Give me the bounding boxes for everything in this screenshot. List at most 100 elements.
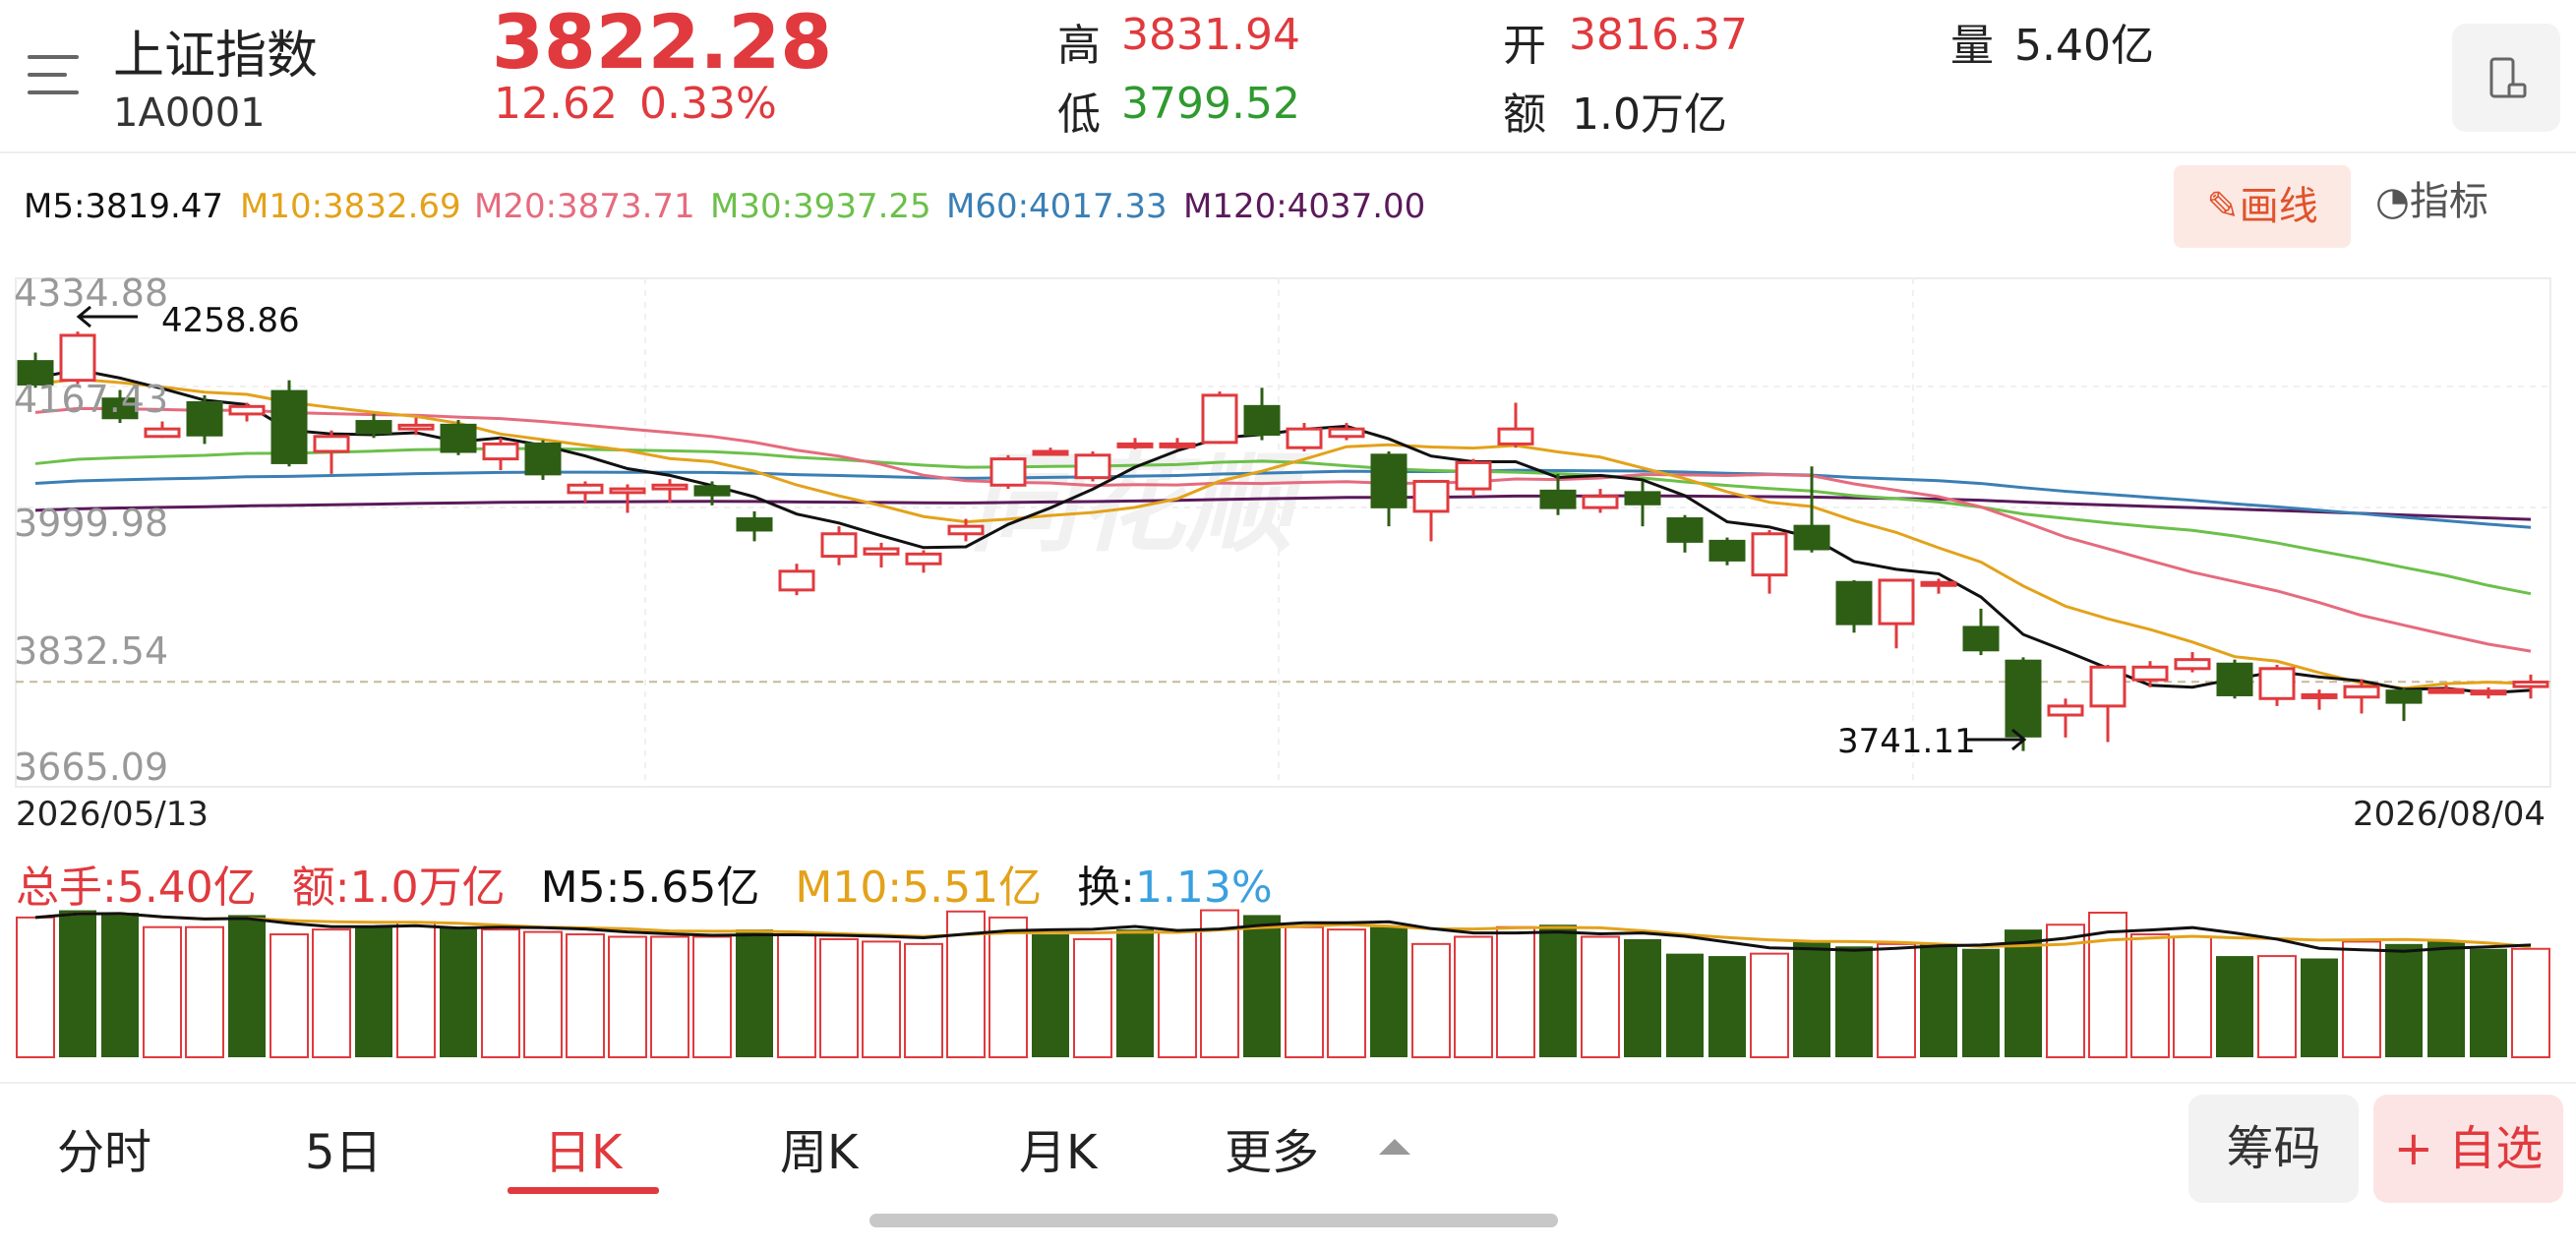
candle-body — [2385, 689, 2423, 704]
candle-body — [820, 532, 858, 559]
volume-bar — [481, 928, 520, 1059]
volume-bar — [2173, 935, 2212, 1058]
y-tick-label: 3999.98 — [14, 502, 169, 545]
volume-bar — [312, 928, 351, 1059]
volume-bar — [650, 935, 689, 1058]
candle-body — [1455, 460, 1492, 491]
header-divider — [0, 151, 2576, 153]
volume-bar — [988, 916, 1028, 1059]
volume-ma5: M5:5.65亿 — [540, 863, 760, 913]
indicator-button[interactable]: ◔指标 — [2375, 169, 2488, 226]
y-tick-label: 3832.54 — [14, 629, 169, 673]
volume-bar — [1750, 952, 1789, 1059]
volume-bar — [1073, 937, 1112, 1059]
ma10-value: M10:3832.69 — [240, 187, 461, 226]
draw-line-button[interactable]: ✎画线 — [2174, 165, 2351, 248]
candle-body — [947, 524, 985, 536]
candle-body — [2301, 692, 2338, 699]
candle-body — [482, 442, 519, 461]
high-value: 3831.94 — [1121, 10, 1300, 60]
candle-body — [1878, 578, 1915, 626]
tab-monthly-k[interactable]: 月K — [1019, 1113, 1097, 1182]
start-date: 2026/05/13 — [16, 795, 209, 834]
candle-body — [270, 389, 308, 464]
volume-bar — [1370, 926, 1408, 1057]
candle-body — [2174, 658, 2211, 671]
tab-intraday[interactable]: 分时 — [57, 1113, 151, 1182]
tab-daily-k[interactable]: 日K — [544, 1113, 622, 1182]
ma20-value: M20:3873.71 — [474, 187, 695, 226]
candle-body — [1412, 479, 1450, 513]
candle-body — [2512, 681, 2549, 688]
volume-info: 总手:5.40亿 额:1.0万亿 M5:5.65亿 M10:5.51亿 换:1.… — [16, 852, 1273, 915]
candle-body — [2427, 687, 2465, 694]
volume-bar — [1411, 942, 1451, 1058]
candle-body — [1370, 453, 1408, 508]
candle-body — [693, 485, 731, 497]
y-tick-label: 4167.43 — [14, 378, 169, 421]
volume-bar — [1877, 942, 1916, 1058]
candle-body — [1539, 489, 1577, 509]
active-tab-indicator — [508, 1187, 659, 1194]
volume-bar — [143, 925, 182, 1059]
volume-bar — [2470, 948, 2507, 1057]
candle-body — [1116, 442, 1154, 448]
volume-bar — [1920, 943, 1957, 1057]
y-tick-label: 4334.88 — [14, 271, 169, 315]
ma60-value: M60:4017.33 — [946, 187, 1168, 226]
volume-bar — [1200, 909, 1239, 1058]
indicator-label: 指标 — [2409, 179, 2488, 224]
open-value: 3816.37 — [1569, 10, 1748, 60]
volume-bar — [862, 940, 901, 1059]
tab-weekly-k[interactable]: 周K — [780, 1113, 858, 1182]
volume-bar — [396, 921, 436, 1058]
volume-label: 量 — [1950, 21, 1994, 71]
add-watchlist-button[interactable]: + 自选 — [2373, 1095, 2563, 1203]
volume-bar — [1454, 935, 1493, 1058]
caret-up-icon[interactable] — [1375, 1131, 1414, 1161]
tabs-divider — [0, 1082, 2576, 1084]
volume-bar — [1243, 915, 1281, 1057]
open-label: 开 — [1503, 21, 1546, 71]
menu-icon[interactable] — [24, 47, 83, 106]
volume-bar — [2427, 941, 2465, 1057]
candle-body — [313, 435, 350, 453]
candle-body — [2089, 665, 2127, 708]
candle-body — [524, 442, 562, 476]
candle-body — [228, 404, 266, 416]
pencil-icon: ✎ — [2206, 184, 2240, 229]
candle-body — [355, 420, 392, 435]
volume-bar — [270, 933, 309, 1058]
candle-body — [2131, 665, 2169, 682]
candle-body — [186, 401, 223, 437]
volume-bar — [1793, 941, 1830, 1057]
volume-bar — [185, 925, 224, 1059]
candle-body — [1962, 626, 2000, 652]
tab-5day[interactable]: 5日 — [305, 1113, 383, 1182]
tab-more[interactable]: 更多 — [1225, 1113, 1319, 1182]
volume-bars — [16, 909, 2550, 1059]
min-price-label: 3741.11 — [1837, 722, 1976, 761]
candle-body — [144, 427, 181, 439]
candle-body — [2005, 659, 2042, 738]
candle-body — [863, 547, 900, 556]
candle-body — [651, 483, 689, 491]
candle-body — [567, 483, 604, 495]
ma120-value: M120:4037.00 — [1183, 187, 1426, 226]
volume-ma10: M10:5.51亿 — [795, 863, 1043, 913]
low-value: 3799.52 — [1121, 79, 1300, 129]
candlestick-chart[interactable]: 同花顺 — [0, 256, 2576, 1102]
candle-body — [905, 552, 942, 566]
device-switch-button[interactable] — [2452, 24, 2560, 132]
chips-button[interactable]: 筹码 — [2188, 1095, 2359, 1203]
volume-bar — [1708, 956, 1746, 1057]
volume-bar — [228, 915, 266, 1057]
candle-body — [2258, 667, 2296, 700]
volume-bar — [2130, 933, 2170, 1058]
ma5-value: M5:3819.47 — [24, 187, 224, 226]
total-amount: 额:1.0万亿 — [291, 863, 506, 913]
candle-body — [1708, 539, 1746, 562]
volume-bar — [2385, 943, 2423, 1057]
volume-bar — [16, 916, 55, 1059]
volume-bar — [2301, 958, 2338, 1057]
